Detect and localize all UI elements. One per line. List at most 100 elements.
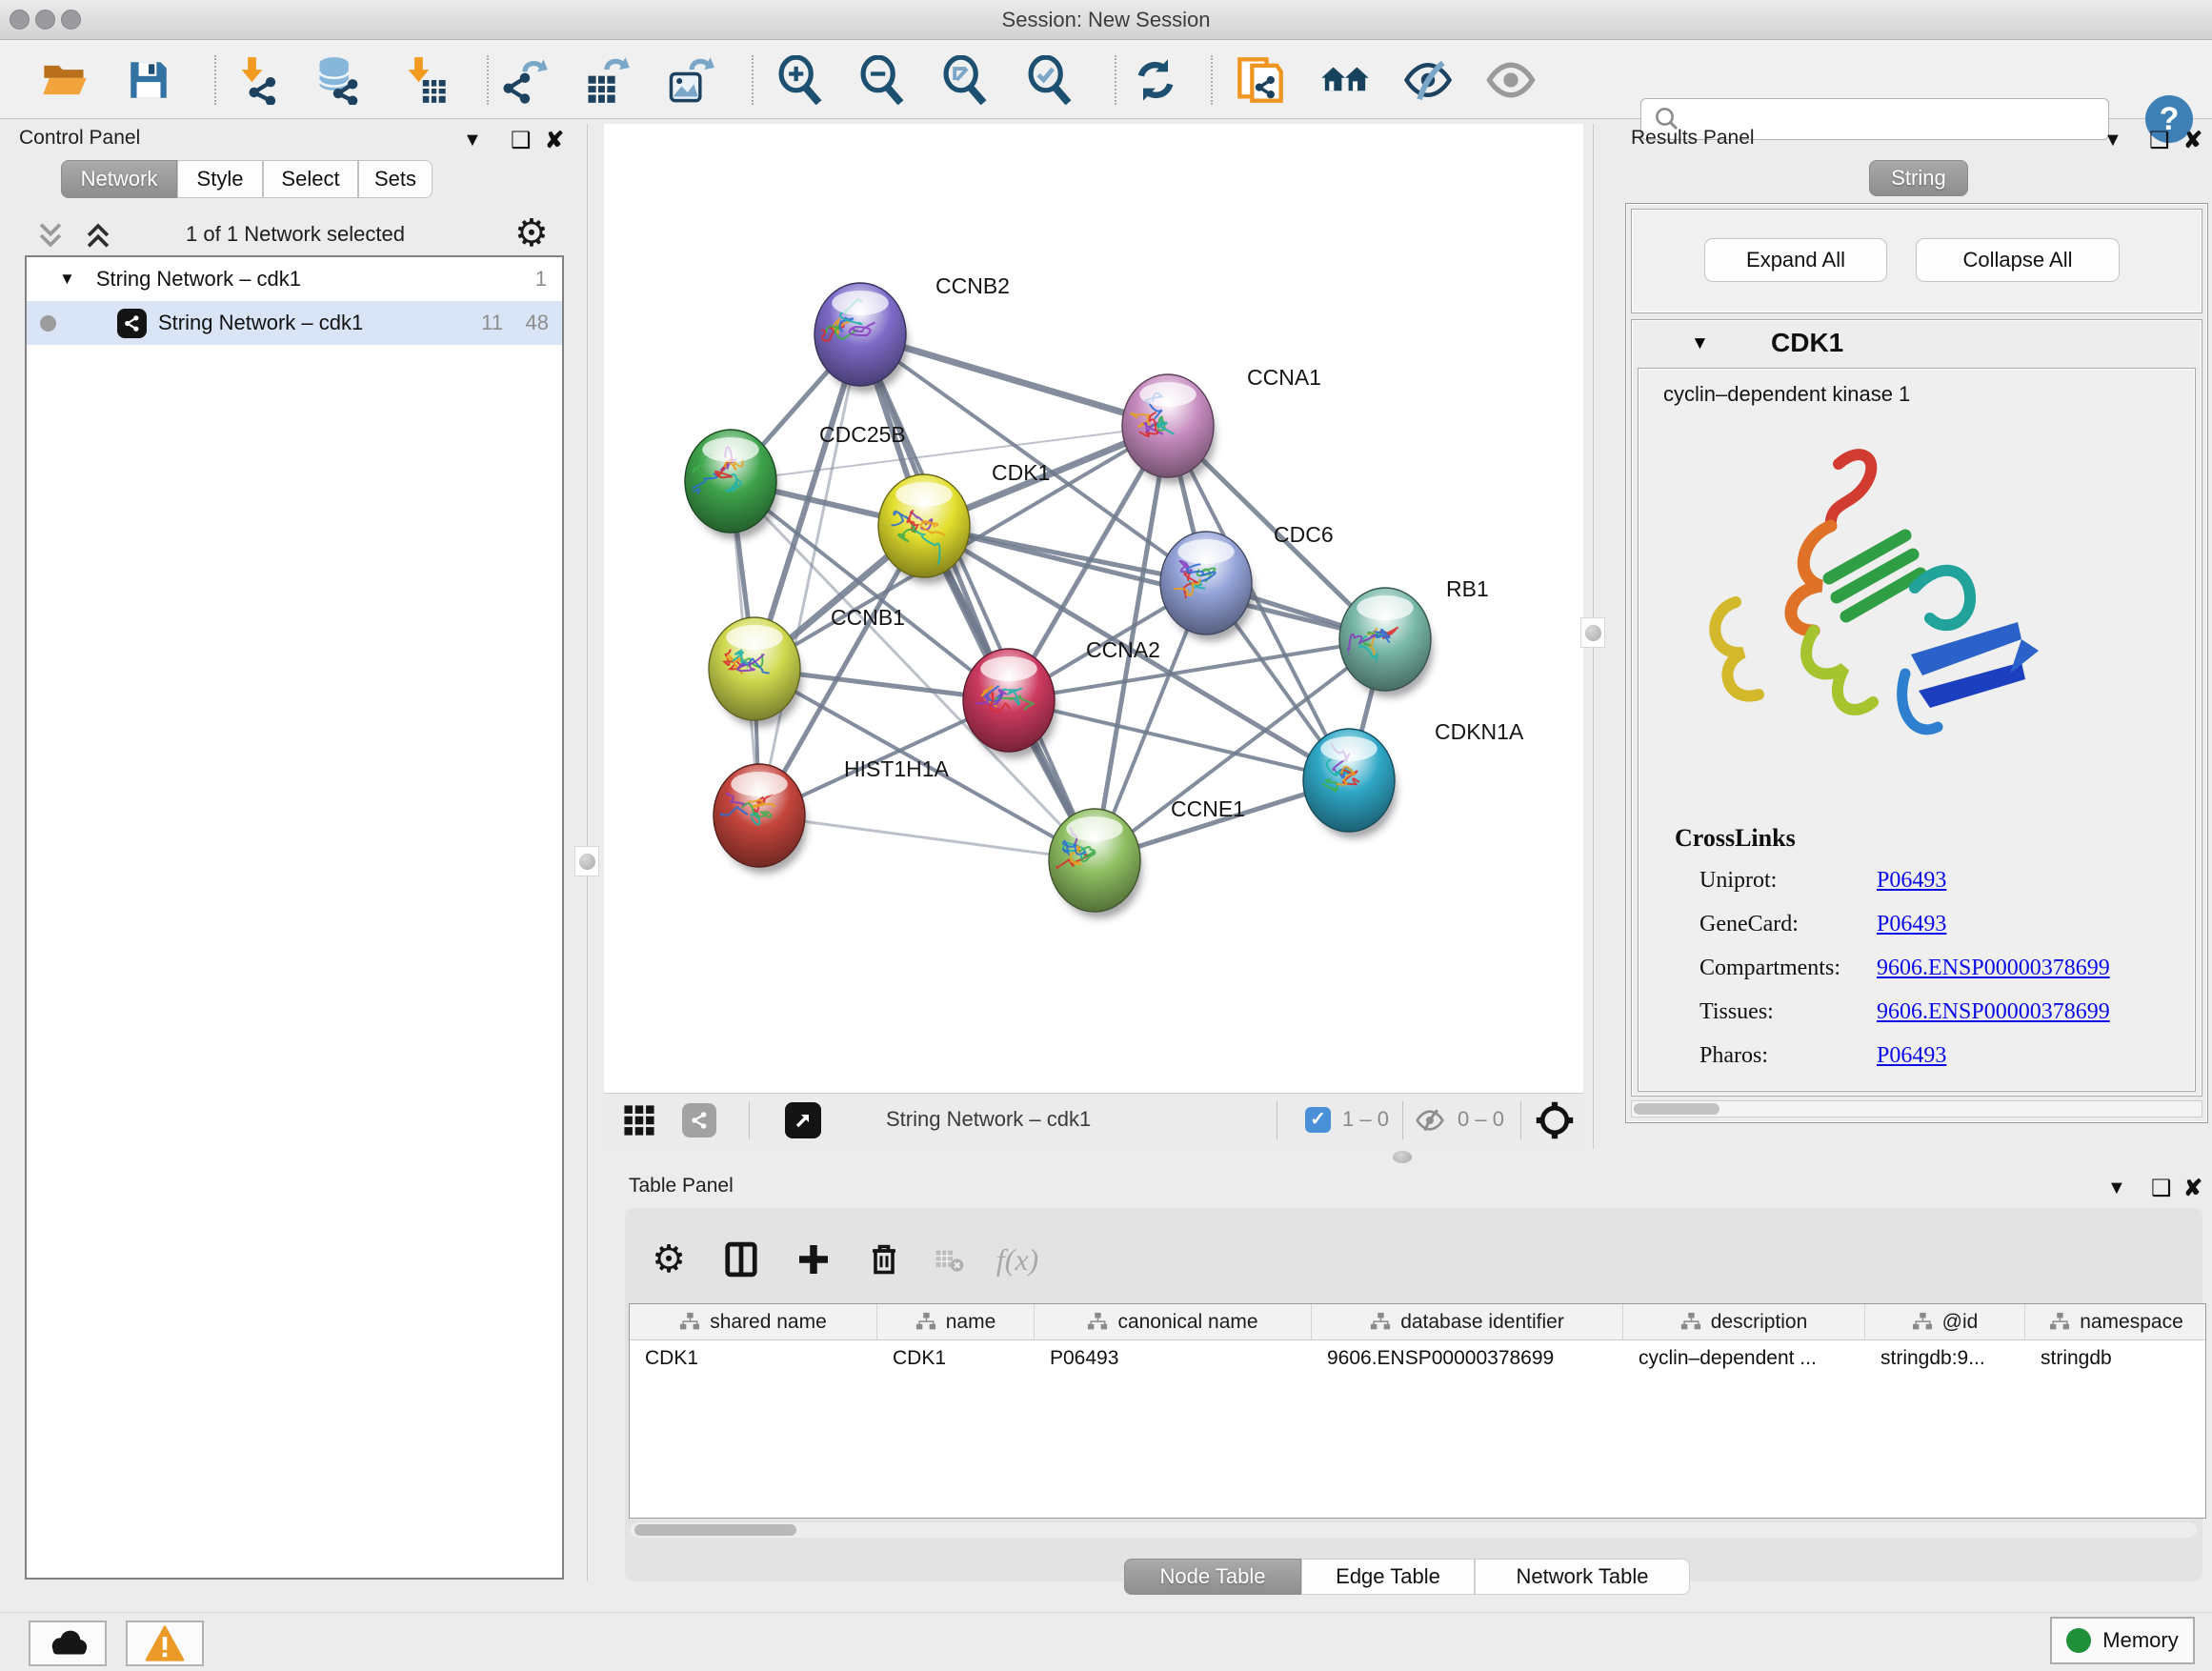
expand-all-networks-icon[interactable] (82, 219, 114, 252)
network-row-selected[interactable]: String Network – cdk1 11 48 (27, 301, 562, 345)
table-panel-title: Table Panel (629, 1175, 734, 1198)
show-view-button[interactable] (1484, 53, 1538, 107)
save-disk-icon (125, 56, 172, 104)
control-panel-collapse-icon[interactable]: ▼ (463, 130, 482, 151)
tab-sets[interactable]: Sets (358, 160, 432, 198)
column-header[interactable]: description (1623, 1304, 1865, 1339)
column-header[interactable]: @id (1865, 1304, 2025, 1339)
string-network-graph[interactable]: CCNB2CCNA1CDC25BCDK1CDC6RB1CCNB1CCNA2CDK… (604, 124, 1583, 1093)
selected-nodes-checkbox[interactable]: ✓ (1305, 1107, 1331, 1133)
network-collection-row[interactable]: ▼ String Network – cdk1 1 (27, 257, 562, 301)
grid-view-icon[interactable] (623, 1104, 655, 1137)
control-panel-close-icon[interactable]: ✘ (545, 127, 564, 154)
gene-section: ▼ CDK1 cyclin–dependent kinase 1 (1631, 319, 2202, 1097)
birds-eye-crosshair-icon[interactable] (1534, 1099, 1576, 1141)
svg-text:CCNA1: CCNA1 (1247, 365, 1321, 390)
tab-network-table[interactable]: Network Table (1475, 1559, 1690, 1595)
tab-network[interactable]: Network (61, 160, 177, 198)
column-header[interactable]: name (877, 1304, 1035, 1339)
collection-expand-icon[interactable]: ▼ (59, 270, 75, 289)
table-panel-float-icon[interactable]: ❑ (2151, 1175, 2172, 1202)
tab-edge-table[interactable]: Edge Table (1301, 1559, 1475, 1595)
zoom-out-button[interactable] (855, 53, 909, 107)
svg-text:CCNE1: CCNE1 (1171, 796, 1245, 821)
scrollbar-thumb[interactable] (634, 1524, 796, 1536)
column-header[interactable]: namespace (2025, 1304, 2206, 1339)
netbar-separator (749, 1101, 750, 1139)
table-row[interactable]: CDK1 CDK1 P06493 9606.ENSP00000378699 cy… (630, 1340, 2205, 1377)
zoom-in-button[interactable] (774, 53, 827, 107)
zoom-selected-button[interactable] (1023, 53, 1076, 107)
crosslink-value[interactable]: P06493 (1877, 1043, 1946, 1069)
results-panel-float-icon[interactable]: ❑ (2149, 127, 2170, 154)
delete-column-icon[interactable] (863, 1238, 905, 1280)
tab-select[interactable]: Select (263, 160, 358, 198)
column-header[interactable]: canonical name (1035, 1304, 1312, 1339)
results-horizontal-scrollbar[interactable] (1631, 1100, 2202, 1117)
eye-gray-icon (1485, 54, 1537, 106)
save-session-button[interactable] (122, 53, 175, 107)
gene-collapse-icon[interactable]: ▼ (1691, 333, 1709, 354)
column-header[interactable]: shared name (630, 1304, 877, 1339)
refresh-icon (1131, 55, 1180, 105)
node-table[interactable]: shared name name canonical name database… (629, 1303, 2206, 1519)
import-table-from-file-button[interactable] (398, 53, 452, 107)
network-label: String Network – cdk1 (158, 311, 363, 335)
column-header[interactable]: database identifier (1312, 1304, 1623, 1339)
import-network-from-file-button[interactable] (231, 53, 285, 107)
export-image-button[interactable] (663, 53, 716, 107)
add-column-icon[interactable] (793, 1238, 835, 1280)
network-canvas[interactable]: CCNB2CCNA1CDC25BCDK1CDC6RB1CCNB1CCNA2CDK… (604, 124, 1583, 1093)
refresh-view-button[interactable] (1129, 53, 1182, 107)
crosslink-value[interactable]: 9606.ENSP00000378699 (1877, 956, 2110, 981)
network-options-gear-icon[interactable]: ⚙ (514, 211, 549, 255)
import-network-from-database-button[interactable] (312, 53, 365, 107)
string-view-icon[interactable] (682, 1103, 716, 1137)
first-neighbors-button[interactable] (1318, 53, 1372, 107)
crosslink-value[interactable]: P06493 (1877, 912, 1946, 937)
export-image-icon (665, 55, 714, 105)
table-panel-collapse-icon[interactable]: ▼ (2107, 1178, 2126, 1199)
results-panel-close-icon[interactable]: ✘ (2183, 127, 2202, 154)
hidden-eye-slash-icon (1414, 1105, 1446, 1136)
results-panel-collapse-icon[interactable]: ▼ (2103, 130, 2122, 151)
right-splitter-handle[interactable] (1580, 617, 1605, 648)
control-panel-tabs: Network Style Select Sets (61, 160, 432, 198)
crosslink-value[interactable]: 9606.ENSP00000378699 (1877, 999, 2110, 1025)
gene-description: cyclin–dependent kinase 1 (1663, 382, 1910, 407)
export-network-button[interactable] (498, 53, 552, 107)
collapse-all-button[interactable]: Collapse All (1916, 238, 2120, 282)
export-table-icon (582, 55, 632, 105)
crosslink-label: Uniprot: (1699, 868, 1777, 894)
table-gear-icon[interactable]: ⚙ (648, 1238, 690, 1280)
function-builder-icon-disabled: f(x) (996, 1238, 1038, 1280)
export-network-icon (500, 55, 550, 105)
tab-string[interactable]: String (1869, 160, 1968, 196)
tab-style[interactable]: Style (177, 160, 263, 198)
toolbar-separator (487, 55, 489, 105)
zoom-fit-button[interactable] (938, 53, 992, 107)
table-panel-close-icon[interactable]: ✘ (2183, 1175, 2202, 1202)
crosslink-value[interactable]: P06493 (1877, 868, 1946, 894)
open-session-button[interactable] (38, 53, 91, 107)
expand-all-button[interactable]: Expand All (1704, 238, 1887, 282)
hide-selected-button[interactable] (1401, 53, 1455, 107)
table-horizontal-scrollbar[interactable] (631, 1522, 2197, 1538)
toolbar-separator (1211, 55, 1213, 105)
horizontal-splitter-handle[interactable] (1393, 1151, 1412, 1163)
collection-label: String Network – cdk1 (96, 267, 301, 292)
cloud-button[interactable] (29, 1621, 107, 1666)
memory-status-dot (2066, 1628, 2091, 1653)
results-panel-title: Results Panel (1631, 127, 1755, 150)
left-splitter-handle[interactable] (574, 846, 599, 876)
open-in-window-icon[interactable] (785, 1102, 821, 1138)
duplicate-network-button[interactable] (1234, 53, 1287, 107)
memory-button[interactable]: Memory (2050, 1617, 2195, 1664)
show-columns-icon[interactable] (720, 1238, 762, 1280)
collapse-all-networks-icon[interactable] (34, 219, 67, 252)
control-panel-float-icon[interactable]: ❑ (511, 127, 532, 154)
warnings-button[interactable] (126, 1621, 204, 1666)
tab-node-table[interactable]: Node Table (1124, 1559, 1301, 1595)
export-table-button[interactable] (580, 53, 633, 107)
table-panel-body: ⚙ f(x) shared name (625, 1208, 2202, 1581)
